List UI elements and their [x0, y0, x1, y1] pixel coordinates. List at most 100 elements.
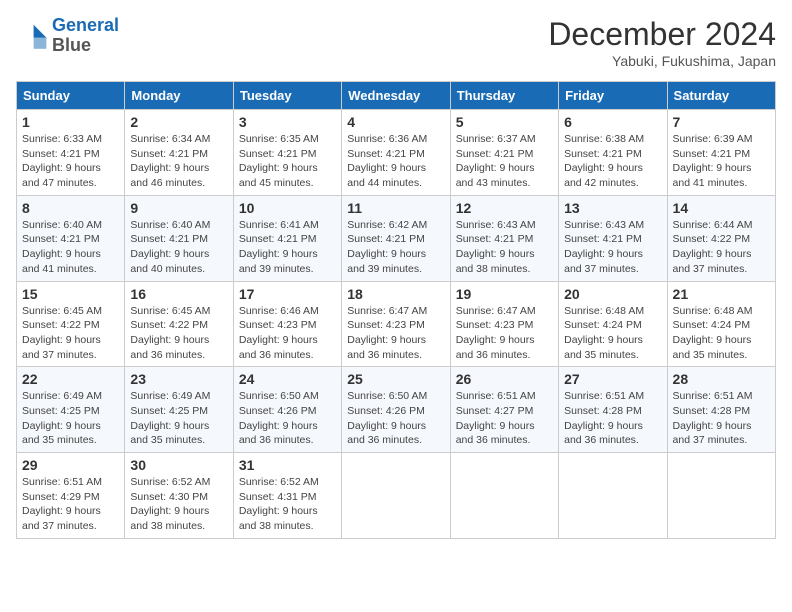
calendar-cell: 28 Sunrise: 6:51 AMSunset: 4:28 PMDayligh… — [667, 367, 775, 453]
calendar-week-3: 15 Sunrise: 6:45 AMSunset: 4:22 PMDayligh… — [17, 281, 776, 367]
calendar-week-1: 1Sunrise: 6:33 AMSunset: 4:21 PMDaylight… — [17, 110, 776, 196]
calendar-cell: 23 Sunrise: 6:49 AMSunset: 4:25 PMDayligh… — [125, 367, 233, 453]
calendar-cell: 1Sunrise: 6:33 AMSunset: 4:21 PMDaylight… — [17, 110, 125, 196]
day-info: Sunrise: 6:46 AMSunset: 4:23 PMDaylight:… — [239, 304, 336, 363]
calendar-cell — [450, 453, 558, 539]
calendar-cell: 13Sunrise: 6:43 AMSunset: 4:21 PMDayligh… — [559, 195, 667, 281]
day-number: 4 — [347, 114, 444, 130]
day-number: 29 — [22, 457, 119, 473]
day-number: 30 — [130, 457, 227, 473]
day-info: Sunrise: 6:42 AMSunset: 4:21 PMDaylight:… — [347, 218, 444, 277]
calendar-cell: 30Sunrise: 6:52 AMSunset: 4:30 PMDayligh… — [125, 453, 233, 539]
day-number: 23 — [130, 371, 227, 387]
calendar-cell — [559, 453, 667, 539]
day-number: 5 — [456, 114, 553, 130]
calendar-cell: 20Sunrise: 6:48 AMSunset: 4:24 PMDayligh… — [559, 281, 667, 367]
calendar-table: SundayMondayTuesdayWednesdayThursdayFrid… — [16, 81, 776, 539]
day-info: Sunrise: 6:48 AMSunset: 4:24 PMDaylight:… — [564, 304, 661, 363]
calendar-cell: 26 Sunrise: 6:51 AMSunset: 4:27 PMDayligh… — [450, 367, 558, 453]
day-number: 10 — [239, 200, 336, 216]
month-title: December 2024 — [548, 16, 776, 53]
weekday-monday: Monday — [125, 82, 233, 110]
calendar-cell: 15 Sunrise: 6:45 AMSunset: 4:22 PMDayligh… — [17, 281, 125, 367]
day-info: Sunrise: 6:40 AMSunset: 4:21 PMDaylight:… — [22, 218, 119, 277]
calendar-cell: 8 Sunrise: 6:40 AMSunset: 4:21 PMDaylight… — [17, 195, 125, 281]
day-number: 28 — [673, 371, 770, 387]
day-number: 25 — [347, 371, 444, 387]
day-number: 13 — [564, 200, 661, 216]
calendar-cell: 25 Sunrise: 6:50 AMSunset: 4:26 PMDayligh… — [342, 367, 450, 453]
calendar-week-2: 8 Sunrise: 6:40 AMSunset: 4:21 PMDaylight… — [17, 195, 776, 281]
day-number: 8 — [22, 200, 119, 216]
calendar-cell: 2 Sunrise: 6:34 AMSunset: 4:21 PMDaylight… — [125, 110, 233, 196]
day-info: Sunrise: 6:45 AMSunset: 4:22 PMDaylight:… — [22, 304, 119, 363]
day-number: 2 — [130, 114, 227, 130]
weekday-sunday: Sunday — [17, 82, 125, 110]
day-info: Sunrise: 6:39 AMSunset: 4:21 PMDaylight:… — [673, 132, 770, 191]
day-info: Sunrise: 6:51 AMSunset: 4:27 PMDaylight:… — [456, 389, 553, 448]
calendar-cell: 29Sunrise: 6:51 AMSunset: 4:29 PMDayligh… — [17, 453, 125, 539]
day-info: Sunrise: 6:44 AMSunset: 4:22 PMDaylight:… — [673, 218, 770, 277]
day-info: Sunrise: 6:47 AMSunset: 4:23 PMDaylight:… — [347, 304, 444, 363]
day-number: 22 — [22, 371, 119, 387]
day-info: Sunrise: 6:41 AMSunset: 4:21 PMDaylight:… — [239, 218, 336, 277]
day-number: 26 — [456, 371, 553, 387]
day-info: Sunrise: 6:40 AMSunset: 4:21 PMDaylight:… — [130, 218, 227, 277]
day-number: 9 — [130, 200, 227, 216]
day-info: Sunrise: 6:48 AMSunset: 4:24 PMDaylight:… — [673, 304, 770, 363]
calendar-cell: 18 Sunrise: 6:47 AMSunset: 4:23 PMDayligh… — [342, 281, 450, 367]
day-info: Sunrise: 6:50 AMSunset: 4:26 PMDaylight:… — [347, 389, 444, 448]
day-number: 21 — [673, 286, 770, 302]
calendar-cell: 16 Sunrise: 6:45 AMSunset: 4:22 PMDayligh… — [125, 281, 233, 367]
day-info: Sunrise: 6:49 AMSunset: 4:25 PMDaylight:… — [22, 389, 119, 448]
day-number: 18 — [347, 286, 444, 302]
day-number: 31 — [239, 457, 336, 473]
weekday-saturday: Saturday — [667, 82, 775, 110]
calendar-cell: 22 Sunrise: 6:49 AMSunset: 4:25 PMDayligh… — [17, 367, 125, 453]
day-info: Sunrise: 6:45 AMSunset: 4:22 PMDaylight:… — [130, 304, 227, 363]
day-info: Sunrise: 6:51 AMSunset: 4:28 PMDaylight:… — [673, 389, 770, 448]
day-info: Sunrise: 6:49 AMSunset: 4:25 PMDaylight:… — [130, 389, 227, 448]
calendar-cell: 7Sunrise: 6:39 AMSunset: 4:21 PMDaylight… — [667, 110, 775, 196]
calendar-cell: 6 Sunrise: 6:38 AMSunset: 4:21 PMDaylight… — [559, 110, 667, 196]
day-number: 16 — [130, 286, 227, 302]
calendar-week-4: 22 Sunrise: 6:49 AMSunset: 4:25 PMDayligh… — [17, 367, 776, 453]
day-number: 6 — [564, 114, 661, 130]
day-info: Sunrise: 6:52 AMSunset: 4:31 PMDaylight:… — [239, 475, 336, 534]
calendar-cell: 9 Sunrise: 6:40 AMSunset: 4:21 PMDaylight… — [125, 195, 233, 281]
day-info: Sunrise: 6:37 AMSunset: 4:21 PMDaylight:… — [456, 132, 553, 191]
day-number: 11 — [347, 200, 444, 216]
day-number: 17 — [239, 286, 336, 302]
day-info: Sunrise: 6:38 AMSunset: 4:21 PMDaylight:… — [564, 132, 661, 191]
day-number: 15 — [22, 286, 119, 302]
day-info: Sunrise: 6:33 AMSunset: 4:21 PMDaylight:… — [22, 132, 119, 191]
logo: GeneralBlue — [16, 16, 119, 56]
location: Yabuki, Fukushima, Japan — [548, 53, 776, 69]
calendar-cell: 12Sunrise: 6:43 AMSunset: 4:21 PMDayligh… — [450, 195, 558, 281]
day-number: 19 — [456, 286, 553, 302]
weekday-friday: Friday — [559, 82, 667, 110]
calendar-cell: 11 Sunrise: 6:42 AMSunset: 4:21 PMDayligh… — [342, 195, 450, 281]
day-number: 27 — [564, 371, 661, 387]
weekday-header-row: SundayMondayTuesdayWednesdayThursdayFrid… — [17, 82, 776, 110]
day-info: Sunrise: 6:36 AMSunset: 4:21 PMDaylight:… — [347, 132, 444, 191]
calendar-cell: 14 Sunrise: 6:44 AMSunset: 4:22 PMDayligh… — [667, 195, 775, 281]
day-number: 14 — [673, 200, 770, 216]
calendar-cell: 27 Sunrise: 6:51 AMSunset: 4:28 PMDayligh… — [559, 367, 667, 453]
calendar-body: 1Sunrise: 6:33 AMSunset: 4:21 PMDaylight… — [17, 110, 776, 539]
day-info: Sunrise: 6:47 AMSunset: 4:23 PMDaylight:… — [456, 304, 553, 363]
calendar-cell: 10 Sunrise: 6:41 AMSunset: 4:21 PMDayligh… — [233, 195, 341, 281]
day-info: Sunrise: 6:34 AMSunset: 4:21 PMDaylight:… — [130, 132, 227, 191]
calendar-cell: 19 Sunrise: 6:47 AMSunset: 4:23 PMDayligh… — [450, 281, 558, 367]
calendar-cell — [342, 453, 450, 539]
day-number: 12 — [456, 200, 553, 216]
calendar-cell: 17 Sunrise: 6:46 AMSunset: 4:23 PMDayligh… — [233, 281, 341, 367]
weekday-tuesday: Tuesday — [233, 82, 341, 110]
calendar-cell — [667, 453, 775, 539]
page-header: GeneralBlue December 2024 Yabuki, Fukush… — [16, 16, 776, 69]
logo-text: GeneralBlue — [52, 16, 119, 56]
day-info: Sunrise: 6:51 AMSunset: 4:28 PMDaylight:… — [564, 389, 661, 448]
calendar-week-5: 29Sunrise: 6:51 AMSunset: 4:29 PMDayligh… — [17, 453, 776, 539]
logo-icon — [16, 20, 48, 52]
day-info: Sunrise: 6:50 AMSunset: 4:26 PMDaylight:… — [239, 389, 336, 448]
